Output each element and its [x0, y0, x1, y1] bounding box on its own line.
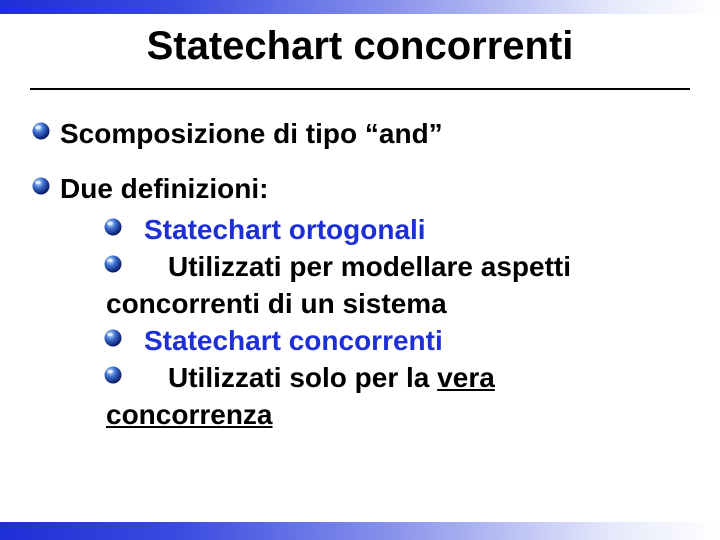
- bullet-orb-icon: [104, 218, 122, 236]
- sub-item-term-1: Statechart ortogonali: [106, 212, 680, 247]
- sub-item-term-2: Statechart concorrenti: [106, 323, 680, 358]
- bullet-orb-icon: [104, 255, 122, 273]
- term-1: Statechart ortogonali: [144, 214, 426, 245]
- bullet-orb-icon: [32, 122, 50, 140]
- bullet-orb-icon: [104, 366, 122, 384]
- desc-2-underlined-2: concorrenza: [106, 399, 273, 430]
- bullet-orb-icon: [104, 329, 122, 347]
- desc-2-line2-row: concorrenza: [106, 397, 680, 432]
- content-area: Scomposizione di tipo “and” Due definizi…: [60, 116, 680, 452]
- bullet-item-1: Scomposizione di tipo “and”: [60, 116, 680, 151]
- sub-item-desc-1: Utilizzati per modellare aspetti: [106, 249, 680, 284]
- term-2: Statechart concorrenti: [144, 325, 443, 356]
- bottom-gradient-bar: [0, 522, 720, 540]
- bullet-orb-icon: [32, 177, 50, 195]
- top-gradient-bar: [0, 0, 720, 14]
- desc-1-line2: concorrenti di un sistema: [106, 288, 447, 319]
- desc-1-line1: Utilizzati per modellare aspetti: [168, 251, 571, 282]
- bullet-1-text: Scomposizione di tipo “and”: [60, 118, 443, 149]
- slide: Statechart concorrenti Scomposizio: [0, 0, 720, 540]
- bullet-2-text: Due definizioni:: [60, 173, 268, 204]
- title-divider: [30, 88, 690, 90]
- bullet-item-2: Due definizioni: Statechart ortogonali: [60, 171, 680, 432]
- desc-2-underlined-1: vera: [437, 362, 495, 393]
- sub-list: Statechart ortogonali Utilizzati per mod…: [60, 212, 680, 432]
- sub-item-desc-2: Utilizzati solo per la vera: [106, 360, 680, 395]
- desc-1-line2-row: concorrenti di un sistema: [106, 286, 680, 321]
- desc-2-line1a: Utilizzati solo per la: [168, 362, 437, 393]
- slide-title: Statechart concorrenti: [0, 24, 720, 69]
